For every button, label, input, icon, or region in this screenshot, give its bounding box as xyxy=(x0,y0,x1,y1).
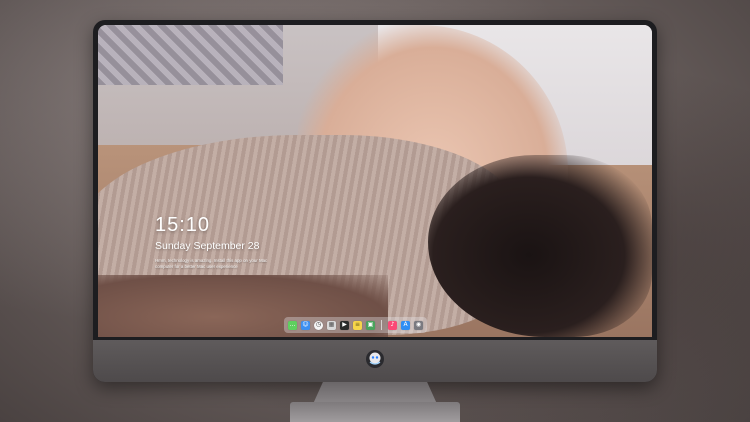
dock-separator xyxy=(381,320,382,330)
lock-screen-tagline: Hmm, technology is amazing. Install this… xyxy=(155,258,268,269)
camera-icon[interactable]: ◉ xyxy=(414,320,423,330)
imac-monitor: 15:10 Sunday September 28 Hmm, technolog… xyxy=(93,20,657,382)
clock-icon[interactable]: ◷ xyxy=(314,320,323,330)
photo-app-icon[interactable]: ▣ xyxy=(366,320,375,330)
lock-screen-date: Sunday September 28 xyxy=(155,240,260,252)
app-store-glyph: A xyxy=(403,321,408,328)
messages-icon[interactable]: … xyxy=(288,320,297,330)
video-editor-glyph: ▶ xyxy=(342,321,347,328)
wallpaper-bed xyxy=(98,25,283,85)
preview-icon[interactable]: ▦ xyxy=(327,320,336,330)
music-glyph: ♪ xyxy=(390,321,395,328)
monitor-stand-base xyxy=(290,402,460,422)
monitor-chin xyxy=(93,340,657,382)
lock-screen[interactable]: 15:10 Sunday September 28 Hmm, technolog… xyxy=(98,25,652,337)
finder-glyph: ☺ xyxy=(302,321,309,328)
lock-screen-time: 15:10 xyxy=(155,214,211,236)
brand-logo-icon xyxy=(366,350,384,368)
notes-icon[interactable]: ≡ xyxy=(353,320,362,330)
photo-app-glyph: ▣ xyxy=(367,321,374,328)
app-store-icon[interactable]: A xyxy=(401,320,410,330)
preview-glyph: ▦ xyxy=(328,321,335,328)
notes-glyph: ≡ xyxy=(354,321,361,328)
messages-glyph: … xyxy=(289,321,296,328)
monitor-stand-neck xyxy=(313,382,437,404)
clock-glyph: ◷ xyxy=(315,321,322,328)
finder-icon[interactable]: ☺ xyxy=(301,320,310,330)
music-icon[interactable]: ♪ xyxy=(388,320,397,330)
video-editor-icon[interactable]: ▶ xyxy=(340,320,349,330)
dock: … ☺ ◷ ▦ ▶ ≡ ▣ ♪ A ◉ xyxy=(284,317,427,333)
camera-glyph: ◉ xyxy=(415,321,422,328)
